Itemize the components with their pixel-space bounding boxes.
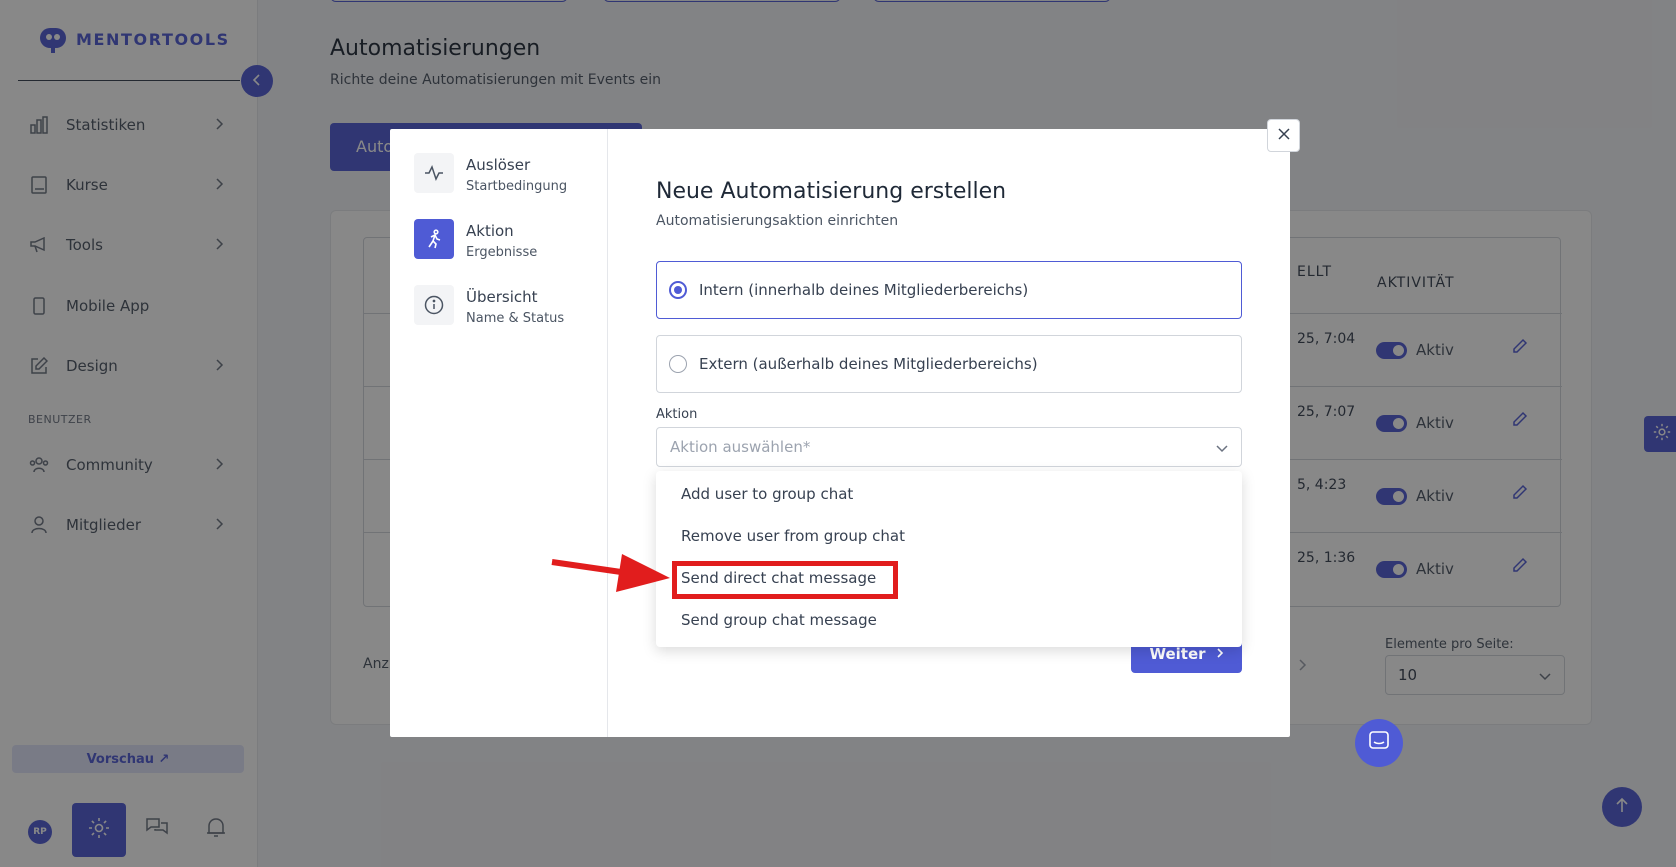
step-subtitle: Ergebnisse — [466, 245, 538, 260]
step-aktion[interactable]: Aktion Ergebnisse — [414, 219, 537, 261]
option-label: Extern (außerhalb deines Mitgliederberei… — [699, 355, 1038, 373]
action-select[interactable]: Aktion auswählen* — [656, 427, 1242, 467]
radio-button[interactable] — [669, 355, 687, 373]
modal-content: Neue Automatisierung erstellen Automatis… — [656, 129, 1246, 737]
chevron-right-icon — [1216, 645, 1224, 663]
dropdown-item-add-user-to-group-chat[interactable]: Add user to group chat — [681, 485, 853, 503]
running-icon — [414, 219, 454, 259]
option-label: Intern (innerhalb deines Mitgliederberei… — [699, 281, 1029, 299]
create-automation-modal: Auslöser Startbedingung Aktion Ergebniss… — [390, 129, 1290, 737]
step-title: Auslöser — [466, 156, 531, 174]
modal-subtitle: Automatisierungsaktion einrichten — [656, 213, 899, 229]
annotation-highlight-box — [672, 561, 898, 599]
dropdown-item-send-group-chat-message[interactable]: Send group chat message — [681, 611, 877, 629]
modal-title: Neue Automatisierung erstellen — [656, 179, 1007, 204]
close-icon — [1277, 126, 1291, 145]
step-title: Übersicht — [466, 288, 538, 306]
action-field-label: Aktion — [656, 407, 698, 422]
step-subtitle: Name & Status — [466, 311, 565, 326]
wizard-steps: Auslöser Startbedingung Aktion Ergebniss… — [390, 129, 608, 737]
step-uebersicht[interactable]: Übersicht Name & Status — [414, 285, 564, 327]
radio-button[interactable] — [669, 281, 687, 299]
option-intern[interactable]: Intern (innerhalb deines Mitgliederberei… — [656, 261, 1242, 319]
annotation-arrow-icon — [551, 554, 670, 592]
action-dropdown-menu: Add user to group chat Remove user from … — [656, 471, 1242, 647]
option-extern[interactable]: Extern (außerhalb deines Mitgliederberei… — [656, 335, 1242, 393]
chat-bubble-icon — [1368, 730, 1390, 756]
info-icon — [414, 285, 454, 325]
activity-icon — [414, 153, 454, 193]
step-subtitle: Startbedingung — [466, 179, 568, 194]
step-title: Aktion — [466, 222, 514, 240]
support-chat-button[interactable] — [1355, 719, 1403, 767]
next-button-label: Weiter — [1149, 645, 1206, 663]
chevron-down-icon — [1215, 440, 1229, 458]
step-ausloeser[interactable]: Auslöser Startbedingung — [414, 153, 567, 195]
dropdown-item-remove-user-from-group-chat[interactable]: Remove user from group chat — [681, 527, 905, 545]
close-modal-button[interactable] — [1267, 119, 1300, 152]
action-select-placeholder: Aktion auswählen* — [670, 438, 811, 456]
